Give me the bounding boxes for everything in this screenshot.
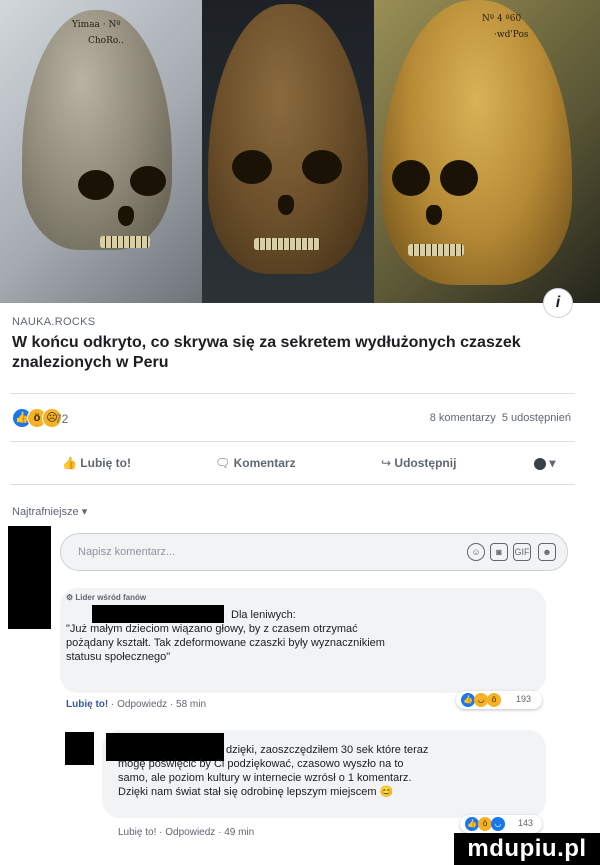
divider: [10, 393, 575, 394]
love-icon: ◡: [491, 817, 505, 831]
info-icon[interactable]: i: [543, 288, 573, 318]
skull-photo-center: [202, 0, 374, 303]
emoji-icon[interactable]: ☺: [467, 543, 485, 561]
share-icon: ↪: [381, 456, 392, 470]
comments-shares-count[interactable]: 8 komentarzy 5 udostępnień: [430, 412, 571, 424]
comment-time: 49 min: [224, 827, 255, 838]
thumbs-up-icon: 👍: [62, 456, 77, 470]
comment-meta: Lubię to! · Odpowiedz · 49 min: [118, 827, 255, 838]
chevron-down-icon: ▾: [81, 506, 88, 518]
love-icon: ◡: [474, 693, 488, 707]
comment-reaction-count: 143: [518, 818, 534, 828]
comment-reply-link[interactable]: Odpowiedz: [117, 699, 167, 710]
comment-reactions[interactable]: 👍 ö ◡ 143: [460, 815, 542, 833]
like-button-label: Lubię to!: [80, 456, 131, 470]
share-button-label: Udostępnij: [394, 456, 457, 470]
fan-badge-label: Lider wśród fanów: [75, 593, 147, 602]
fan-badge: ⚙ Lider wśród fanów: [66, 593, 146, 602]
like-button[interactable]: 👍 Lubię to!: [62, 456, 131, 470]
article-headline[interactable]: W końcu odkryto, co skrywa się za sekret…: [12, 333, 572, 373]
page-avatar-icon: [534, 457, 546, 470]
comment-text-line: "Już małym dzieciom wiązano głowy, by z …: [66, 623, 358, 635]
comment-text-line: dzięki, zaoszczędziłem 30 sek które tera…: [226, 744, 429, 756]
divider: [10, 441, 575, 442]
badge-icon: ⚙: [66, 593, 74, 602]
like-icon: 👍: [461, 693, 475, 707]
comment-text-line: statusu społecznego": [66, 651, 171, 663]
sort-label: Najtrafniejsze: [12, 506, 79, 518]
comment-icon: 🗨: [215, 456, 231, 470]
comment-like-link[interactable]: Lubię to!: [118, 827, 156, 838]
comment-like-link[interactable]: Lubię to!: [66, 699, 108, 710]
comment-button[interactable]: 🗨 Komentarz: [215, 456, 296, 470]
comment-button-label: Komentarz: [233, 456, 296, 470]
redacted-name: [92, 605, 224, 623]
laugh-icon: ö: [487, 693, 501, 707]
comment-reactions[interactable]: 👍 ◡ ö 193: [456, 691, 542, 709]
skull-photo-left: Yimaa · Nº ChoRo..: [0, 0, 202, 303]
article-image[interactable]: Yimaa · Nº ChoRo.. Nº 4 º60 ·wd'Pos: [0, 0, 600, 303]
comments-count[interactable]: 8 komentarzy: [430, 412, 496, 424]
article-source[interactable]: NAUKA.ROCKS: [12, 316, 95, 328]
comment-time: 58 min: [176, 699, 207, 710]
share-button[interactable]: ↪ Udostępnij: [381, 456, 456, 470]
comment-input-placeholder[interactable]: Napisz komentarz...: [78, 546, 175, 558]
laugh-icon: ö: [478, 817, 492, 831]
avatar: [65, 732, 94, 765]
comment-reaction-count: 193: [516, 694, 532, 704]
comment-text-line: Dla leniwych:: [231, 609, 296, 621]
avatar: [8, 526, 51, 629]
comment-sort-dropdown[interactable]: Najtrafniejsze ▾: [12, 505, 87, 518]
comment-text-line: samo, ale poziom kultury w internecie wz…: [118, 772, 412, 784]
chevron-down-icon: ▾: [549, 456, 556, 470]
like-icon: 👍: [465, 817, 479, 831]
reaction-count[interactable]: 72: [55, 412, 68, 426]
gif-icon[interactable]: GIF: [513, 543, 531, 561]
comment-reply-link[interactable]: Odpowiedz: [165, 827, 215, 838]
comment-text-line: mogę poświęcić by Ci podziękować, czasow…: [118, 758, 404, 770]
camera-icon[interactable]: ◙: [490, 543, 508, 561]
comment-meta: Lubię to! · Odpowiedz · 58 min: [66, 699, 207, 710]
sticker-icon[interactable]: ☻: [538, 543, 556, 561]
shares-count[interactable]: 5 udostępnień: [502, 412, 571, 424]
watermark: mdupiu.pl: [454, 833, 600, 865]
comment-text-line: Dzięki nam świat stał się odrobinę lepsz…: [118, 786, 394, 798]
divider: [10, 484, 575, 485]
skull-photo-right: Nº 4 º60 ·wd'Pos: [374, 0, 600, 303]
page-selector[interactable]: ▾: [534, 456, 555, 470]
comment-text-line: pożądany kształt. Tak zdeformowane czasz…: [66, 637, 385, 649]
